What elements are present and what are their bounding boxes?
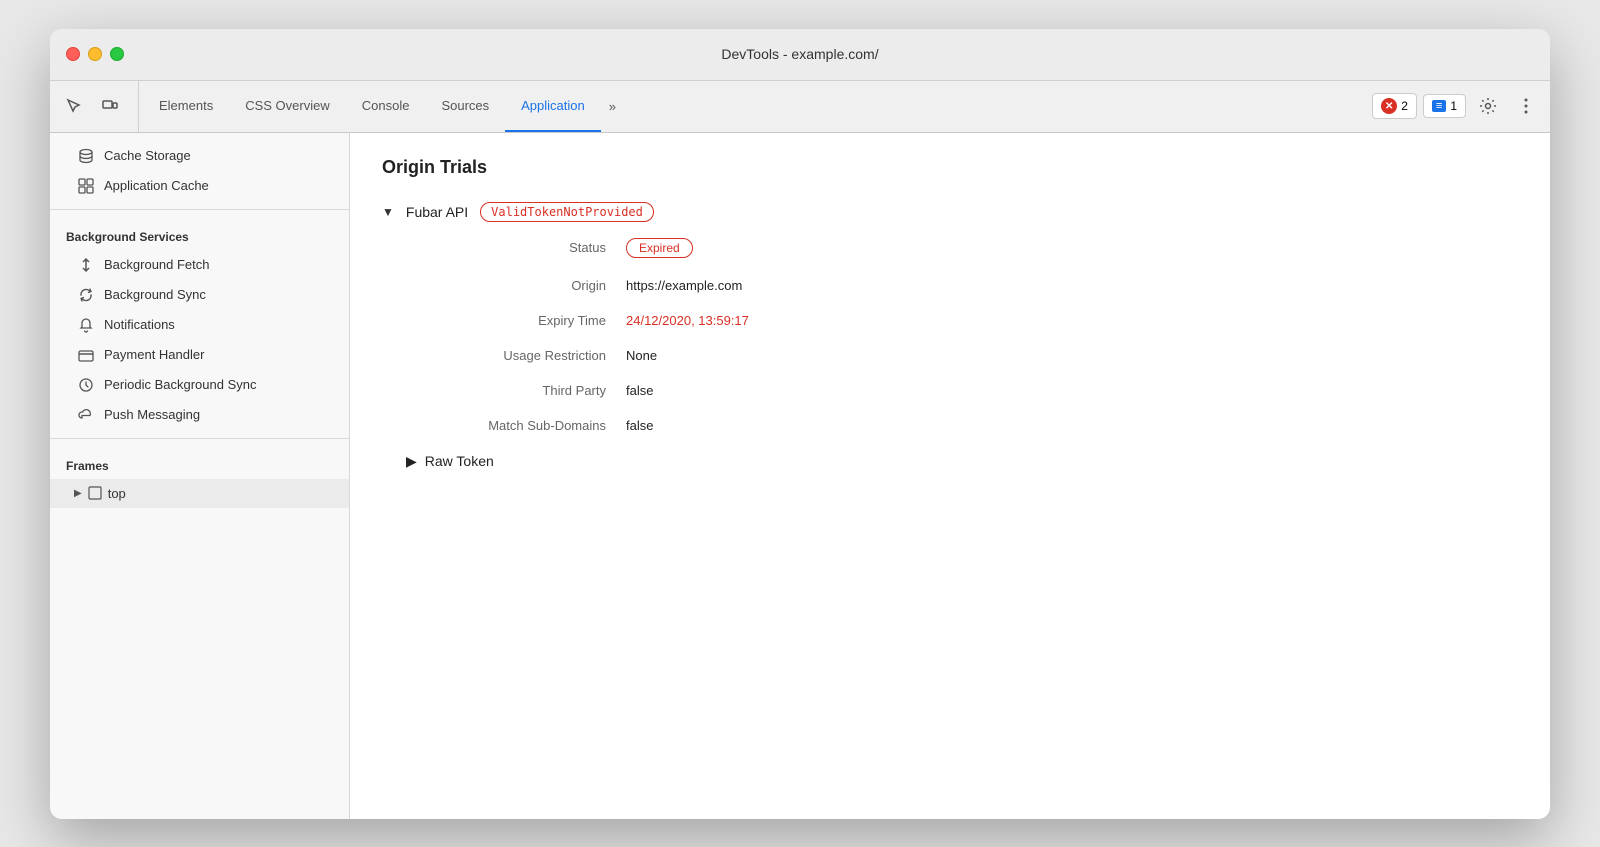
error-badge: ✕ [1381, 98, 1397, 114]
close-button[interactable] [66, 47, 80, 61]
traffic-lights [66, 47, 124, 61]
expiry-time-label: Expiry Time [406, 313, 626, 328]
sidebar-item-background-sync[interactable]: Background Sync [50, 280, 349, 310]
origin-label: Origin [406, 278, 626, 293]
status-value: Expired [626, 238, 1518, 258]
push-messaging-label: Push Messaging [104, 407, 200, 422]
info-count: 1 [1450, 99, 1457, 113]
divider-1 [50, 209, 349, 210]
page-title: Origin Trials [382, 157, 1518, 178]
sidebar-item-cache-storage[interactable]: Cache Storage [50, 141, 349, 171]
third-party-value: false [626, 383, 1518, 398]
expiry-time-value: 24/12/2020, 13:59:17 [626, 313, 1518, 328]
tab-sources[interactable]: Sources [425, 81, 505, 132]
error-count-button[interactable]: ✕ 2 [1372, 93, 1417, 119]
tab-console[interactable]: Console [346, 81, 426, 132]
sidebar-item-top[interactable]: ▶ top [50, 479, 349, 508]
sidebar-item-periodic-background-sync[interactable]: Periodic Background Sync [50, 370, 349, 400]
api-name: Fubar API [406, 204, 468, 220]
api-header: ▼ Fubar API ValidTokenNotProvided [382, 202, 1518, 222]
frames-header: Frames [50, 447, 349, 479]
arrows-updown-icon [78, 257, 94, 273]
sidebar-item-payment-handler[interactable]: Payment Handler [50, 340, 349, 370]
inspect-element-button[interactable] [58, 90, 90, 122]
main-area: Cache Storage Application Cache Backgrou… [50, 133, 1550, 819]
card-icon [78, 347, 94, 363]
toolbar-left-controls [58, 81, 139, 132]
sidebar-item-push-messaging[interactable]: Push Messaging [50, 400, 349, 430]
usage-restriction-label: Usage Restriction [406, 348, 626, 363]
grid-icon [78, 178, 94, 194]
periodic-background-sync-label: Periodic Background Sync [104, 377, 256, 392]
expand-arrow-icon: ▶ [74, 488, 82, 499]
maximize-button[interactable] [110, 47, 124, 61]
toolbar: Elements CSS Overview Console Sources Ap… [50, 81, 1550, 133]
sidebar: Cache Storage Application Cache Backgrou… [50, 133, 350, 819]
top-frame-label: top [108, 486, 126, 501]
api-expand-arrow[interactable]: ▼ [382, 205, 394, 219]
match-sub-domains-value: false [626, 418, 1518, 433]
info-icon: ≡ [1432, 100, 1446, 112]
sidebar-item-application-cache[interactable]: Application Cache [50, 171, 349, 201]
notifications-label: Notifications [104, 317, 175, 332]
bell-icon [78, 317, 94, 333]
third-party-label: Third Party [406, 383, 626, 398]
status-label: Status [406, 238, 626, 258]
raw-token-section: ▶ Raw Token [406, 453, 1518, 470]
origin-value: https://example.com [626, 278, 1518, 293]
details-table: Status Expired Origin https://example.co… [406, 238, 1518, 433]
toolbar-tabs: Elements CSS Overview Console Sources Ap… [143, 81, 1372, 132]
tab-css-overview[interactable]: CSS Overview [229, 81, 346, 132]
background-sync-label: Background Sync [104, 287, 206, 302]
raw-token-label: Raw Token [425, 453, 494, 469]
clock-icon [78, 377, 94, 393]
error-count: 2 [1401, 99, 1408, 113]
page-icon [88, 486, 102, 500]
divider-2 [50, 438, 349, 439]
more-options-button[interactable] [1510, 90, 1542, 122]
payment-handler-label: Payment Handler [104, 347, 204, 362]
sidebar-item-notifications[interactable]: Notifications [50, 310, 349, 340]
devtools-window: DevTools - example.com/ Elements CSS Ove… [50, 29, 1550, 819]
usage-restriction-value: None [626, 348, 1518, 363]
token-status-badge: ValidTokenNotProvided [480, 202, 654, 222]
application-cache-label: Application Cache [104, 178, 209, 193]
sync-icon [78, 287, 94, 303]
api-section: ▼ Fubar API ValidTokenNotProvided Status… [382, 202, 1518, 470]
raw-token-header[interactable]: ▶ Raw Token [406, 453, 1518, 470]
background-fetch-label: Background Fetch [104, 257, 210, 272]
device-toolbar-button[interactable] [94, 90, 126, 122]
expiry-time-text: 24/12/2020, 13:59:17 [626, 313, 749, 328]
window-title: DevTools - example.com/ [721, 46, 878, 62]
status-badge: Expired [626, 238, 693, 258]
raw-token-arrow: ▶ [406, 453, 417, 470]
toolbar-right-controls: ✕ 2 ≡ 1 [1372, 81, 1542, 132]
tab-application[interactable]: Application [505, 81, 601, 132]
match-sub-domains-label: Match Sub-Domains [406, 418, 626, 433]
settings-button[interactable] [1472, 90, 1504, 122]
titlebar: DevTools - example.com/ [50, 29, 1550, 81]
sidebar-item-background-fetch[interactable]: Background Fetch [50, 250, 349, 280]
tab-elements[interactable]: Elements [143, 81, 229, 132]
info-count-button[interactable]: ≡ 1 [1423, 94, 1466, 118]
minimize-button[interactable] [88, 47, 102, 61]
content-area: Origin Trials ▼ Fubar API ValidTokenNotP… [350, 133, 1550, 819]
cache-storage-label: Cache Storage [104, 148, 191, 163]
more-tabs-button[interactable]: » [601, 81, 624, 132]
cloud-icon [78, 407, 94, 423]
background-services-header: Background Services [50, 218, 349, 250]
database-icon [78, 148, 94, 164]
